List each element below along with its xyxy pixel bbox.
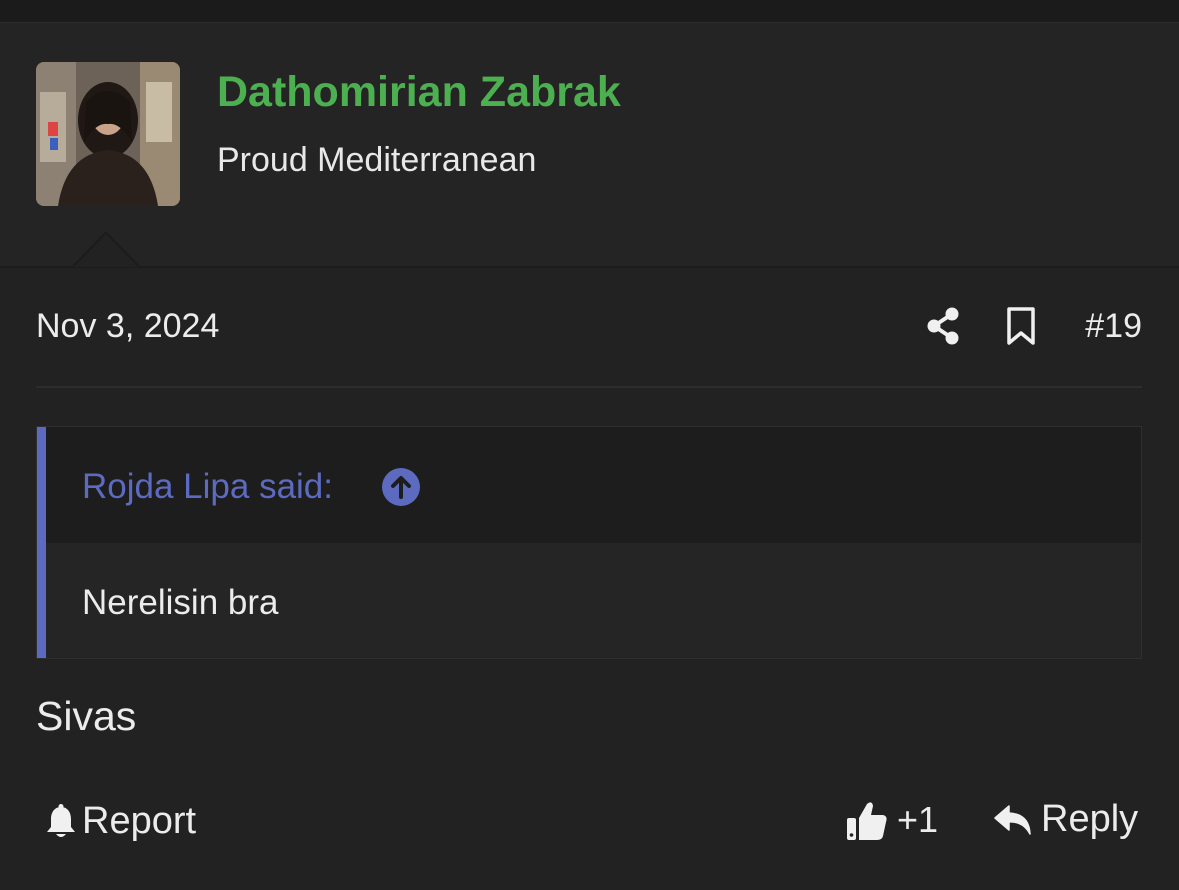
- like-button[interactable]: +1: [845, 798, 938, 842]
- avatar[interactable]: [36, 62, 180, 206]
- divider: [36, 386, 1142, 388]
- arrow-up-circle-icon[interactable]: [382, 468, 420, 506]
- report-label: Report: [82, 800, 197, 842]
- quote-accent-bar: [37, 427, 46, 658]
- header-pointer-fill: [74, 234, 138, 267]
- like-count: +1: [897, 799, 939, 840]
- avatar-photo: [36, 62, 180, 206]
- post-number-link[interactable]: #19: [1085, 307, 1142, 346]
- user-title: Proud Mediterranean: [217, 141, 537, 179]
- forum-post: Dathomirian Zabrak Proud Mediterranean N…: [0, 0, 1179, 890]
- share-icon[interactable]: [925, 306, 961, 346]
- user-header: Dathomirian Zabrak Proud Mediterranean: [0, 23, 1179, 268]
- post-body: Sivas: [36, 693, 137, 739]
- quote-author-link[interactable]: Rojda Lipa said:: [82, 467, 333, 507]
- bookmark-icon[interactable]: [1005, 306, 1037, 346]
- previous-post-edge: [0, 0, 1179, 23]
- post-meta-actions: #19: [925, 300, 1142, 352]
- quote-text: Nerelisin bra: [82, 583, 279, 622]
- reply-label: Reply: [1041, 798, 1139, 840]
- post-date[interactable]: Nov 3, 2024: [36, 307, 219, 346]
- quote-block: Rojda Lipa said: Nerelisin bra: [36, 426, 1142, 659]
- quote-header: Rojda Lipa said:: [46, 427, 1141, 543]
- thumbs-up-icon: [847, 802, 887, 840]
- bell-icon: [47, 803, 75, 837]
- report-button[interactable]: Report: [44, 800, 196, 843]
- reply-button[interactable]: Reply: [993, 798, 1138, 841]
- reply-icon: [994, 804, 1031, 835]
- username[interactable]: Dathomirian Zabrak: [217, 68, 621, 117]
